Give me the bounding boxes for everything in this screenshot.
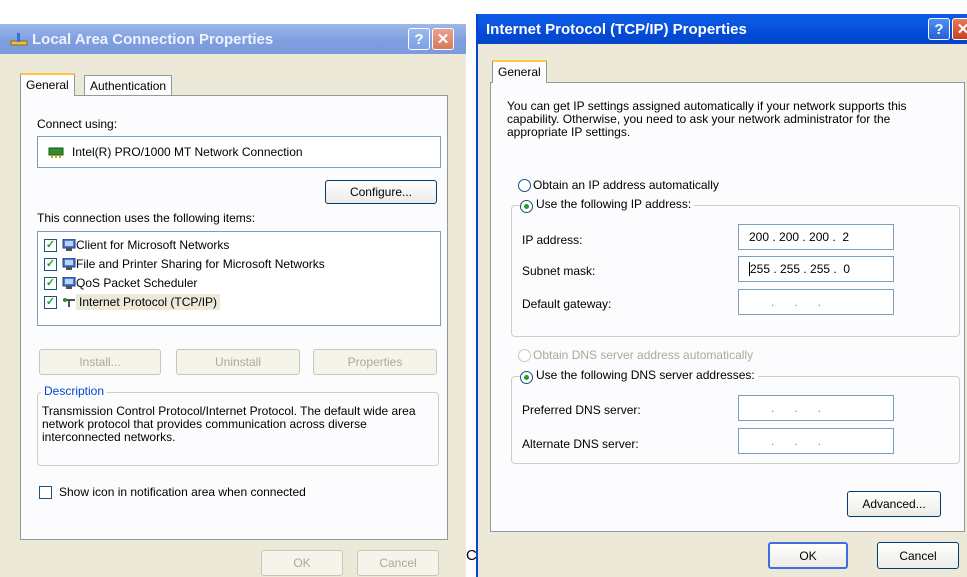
use-ip-radio[interactable] [520,200,533,213]
local-area-connection-window: Local Area Connection Properties ? ✕ Gen… [0,24,477,577]
obtain-dns-label: Obtain DNS server address automatically [533,348,754,362]
subnet-mask-label: Subnet mask: [522,264,596,278]
show-icon-label: Show icon in notification area when conn… [59,485,306,499]
preferred-dns-label: Preferred DNS server: [522,403,641,417]
right-help-button[interactable]: ? [928,18,950,40]
tab-authentication[interactable]: Authentication [84,75,173,96]
tab-general[interactable]: General [20,73,75,96]
alternate-dns-label: Alternate DNS server: [522,437,639,451]
configure-button[interactable]: Configure... [325,180,437,204]
item-qos-label: QoS Packet Scheduler [76,276,198,290]
file-sharing-icon [62,258,76,270]
alternate-dns-input[interactable]: . . . [738,428,894,454]
use-dns-label: Use the following DNS server addresses: [533,368,758,382]
right-close-button[interactable]: ✕ [952,18,967,40]
network-client-icon [62,239,76,251]
subnet-mask-input[interactable]: 255 . 255 . 255 . 0 [738,256,894,282]
intro-text: You can get IP settings assigned automat… [507,99,907,139]
qos-checkbox[interactable]: ✓ [44,277,57,290]
use-ip-label: Use the following IP address: [533,197,695,211]
default-gateway-label: Default gateway: [522,297,612,311]
properties-button[interactable]: Properties [313,349,437,375]
network-connection-icon [10,33,28,46]
left-ok-button[interactable]: OK [261,550,343,576]
tcpip-properties-window: Internet Protocol (TCP/IP) Properties ? … [476,14,967,577]
ip-address-input[interactable]: 200 . 200 . 200 . 2 [738,224,894,250]
components-list: ✓ Client for Microsoft Networks ✓ File a… [37,231,441,326]
file-sharing-checkbox[interactable]: ✓ [44,258,57,271]
item-tcpip-label: Internet Protocol (TCP/IP) [76,294,221,310]
adapter-name-field: Intel(R) PRO/1000 MT Network Connection [37,136,441,168]
description-text: Transmission Control Protocol/Internet P… [42,404,416,444]
ip-address-group: Use the following IP address: IP address… [511,197,960,337]
obtain-ip-label: Obtain an IP address automatically [533,178,719,192]
obtain-dns-radio[interactable] [518,349,531,362]
left-general-panel: Connect using: Intel(R) PRO/1000 MT Netw… [20,95,448,540]
ip-address-label: IP address: [522,233,583,247]
advanced-button[interactable]: Advanced... [847,491,941,517]
qos-scheduler-icon [62,277,76,289]
left-window-title: Local Area Connection Properties [32,30,274,48]
uninstall-button[interactable]: Uninstall [176,349,300,375]
right-ok-button[interactable]: OK [768,542,848,569]
install-button[interactable]: Install... [39,349,161,375]
network-adapter-icon [48,147,64,158]
item-client-label: Client for Microsoft Networks [76,238,230,252]
protocol-icon [63,298,75,307]
items-label: This connection uses the following items… [37,211,256,225]
right-cancel-button[interactable]: Cancel [877,542,959,569]
list-item[interactable]: ✓ Client for Microsoft Networks [38,237,438,255]
ip-general-panel: You can get IP settings assigned automat… [490,82,965,532]
dns-group: Use the following DNS server addresses: … [511,368,960,464]
description-label: Description [41,384,108,398]
connect-using-label: Connect using: [37,117,118,131]
item-file-sharing-label: File and Printer Sharing for Microsoft N… [76,257,325,271]
left-help-button[interactable]: ? [408,28,430,50]
default-gateway-input[interactable]: . . . [738,289,894,315]
right-title-bar[interactable]: Internet Protocol (TCP/IP) Properties [478,14,967,44]
obtain-ip-radio[interactable] [518,179,531,192]
preferred-dns-input[interactable]: . . . [738,395,894,421]
show-icon-checkbox[interactable] [39,486,52,499]
tcpip-checkbox[interactable]: ✓ [44,296,57,309]
left-cancel-button[interactable]: Cancel [357,550,439,576]
description-group: Description Transmission Control Protoco… [37,384,439,466]
adapter-name: Intel(R) PRO/1000 MT Network Connection [72,145,303,159]
list-item[interactable]: ✓ QoS Packet Scheduler [38,275,438,293]
left-title-bar[interactable]: Local Area Connection Properties [0,24,466,54]
list-item[interactable]: ✓ Internet Protocol (TCP/IP) [38,294,438,312]
list-item[interactable]: ✓ File and Printer Sharing for Microsoft… [38,256,438,274]
tab-ip-general[interactable]: General [492,60,547,83]
use-dns-radio[interactable] [520,371,533,384]
left-close-button[interactable]: ✕ [432,28,454,50]
right-window-title: Internet Protocol (TCP/IP) Properties [486,20,747,38]
client-checkbox[interactable]: ✓ [44,239,57,252]
